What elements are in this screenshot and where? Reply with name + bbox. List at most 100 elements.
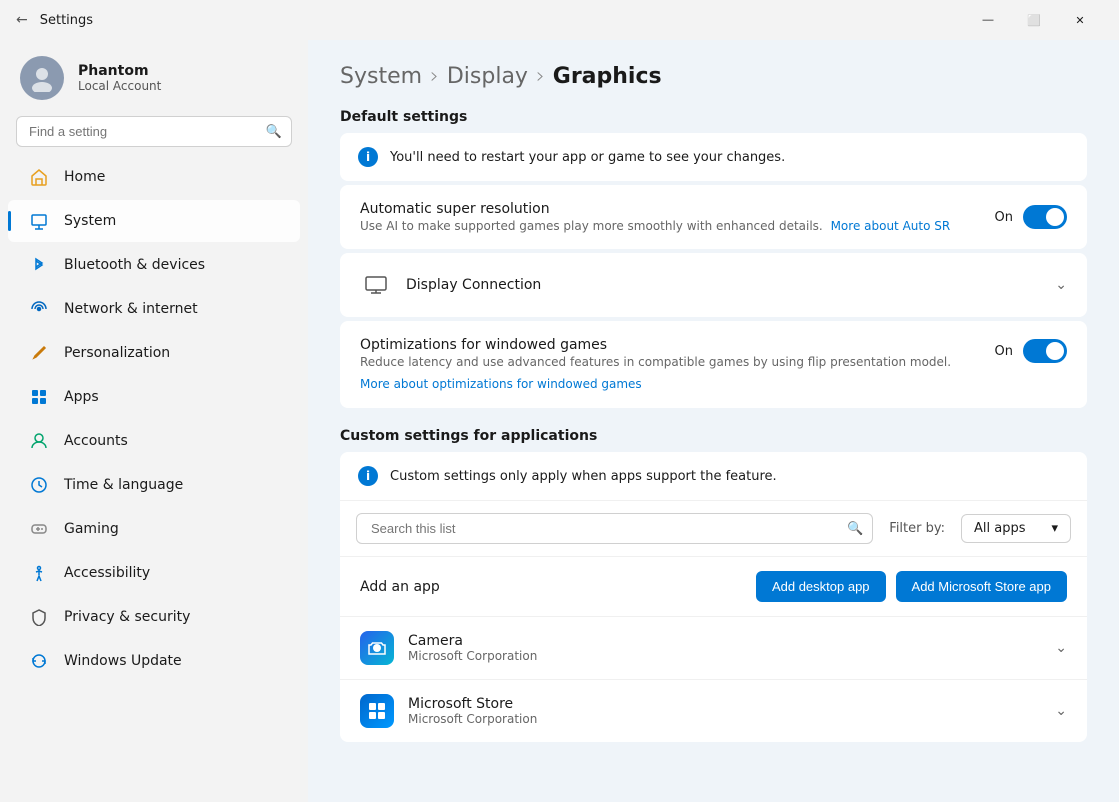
sidebar-item-label: Accounts	[64, 433, 128, 449]
add-store-app-button[interactable]: Add Microsoft Store app	[896, 571, 1067, 602]
add-app-buttons: Add desktop app Add Microsoft Store app	[756, 571, 1067, 602]
search-input[interactable]	[16, 116, 292, 147]
store-app-icon	[360, 694, 394, 728]
sidebar-item-label: Accessibility	[64, 565, 150, 581]
windowed-control: On	[995, 337, 1067, 363]
sidebar-item-label: Privacy & security	[64, 609, 190, 625]
store-app-info: Microsoft Store Microsoft Corporation	[408, 696, 1041, 726]
auto-sr-info: Automatic super resolution Use AI to mak…	[360, 201, 995, 233]
add-app-label: Add an app	[360, 579, 440, 595]
sidebar-item-system[interactable]: System	[8, 200, 300, 242]
search-icon: 🔍	[266, 124, 282, 139]
sidebar-item-home[interactable]: Home	[8, 156, 300, 198]
sidebar-item-network[interactable]: Network & internet	[8, 288, 300, 330]
update-icon	[28, 650, 50, 672]
breadcrumb-part-1[interactable]: System	[340, 64, 422, 89]
minimize-button[interactable]: —	[965, 4, 1011, 36]
add-desktop-app-button[interactable]: Add desktop app	[756, 571, 886, 602]
sidebar-item-accounts[interactable]: Accounts	[8, 420, 300, 462]
breadcrumb-part-2[interactable]: Display	[447, 64, 528, 89]
accounts-icon	[28, 430, 50, 452]
sidebar-item-accessibility[interactable]: Accessibility	[8, 552, 300, 594]
default-settings-title: Default settings	[340, 109, 1087, 125]
titlebar: ← Settings — ⬜ ✕	[0, 0, 1119, 40]
auto-sr-toggle[interactable]	[1023, 205, 1067, 229]
camera-app-info: Camera Microsoft Corporation	[408, 633, 1041, 663]
windowed-link[interactable]: More about optimizations for windowed ga…	[360, 377, 642, 391]
breadcrumb-sep-1: ›	[430, 64, 439, 89]
app-item-store[interactable]: Microsoft Store Microsoft Corporation ⌄	[340, 680, 1087, 742]
filter-label: Filter by:	[889, 521, 945, 536]
app-item-camera[interactable]: Camera Microsoft Corporation ⌄	[340, 617, 1087, 680]
windowed-desc: Reduce latency and use advanced features…	[360, 355, 979, 369]
display-connection-label: Display Connection	[406, 277, 1041, 293]
gaming-icon	[28, 518, 50, 540]
auto-sr-desc: Use AI to make supported games play more…	[360, 219, 995, 233]
auto-sr-link[interactable]: More about Auto SR	[831, 219, 951, 233]
filter-chevron-icon: ▾	[1051, 521, 1058, 536]
maximize-button[interactable]: ⬜	[1011, 4, 1057, 36]
main-content: System › Display › Graphics Default sett…	[308, 40, 1119, 802]
camera-app-name: Camera	[408, 633, 1041, 649]
sidebar-search-container: 🔍	[16, 116, 292, 147]
back-icon[interactable]: ←	[16, 12, 28, 28]
search-filter-bar: 🔍 Filter by: All apps ▾	[340, 500, 1087, 557]
sidebar-item-label: Apps	[64, 389, 99, 405]
sidebar-item-apps[interactable]: Apps	[8, 376, 300, 418]
sidebar-item-label: Bluetooth & devices	[64, 257, 205, 273]
sidebar-item-label: Time & language	[64, 477, 183, 493]
sidebar-item-time[interactable]: Time & language	[8, 464, 300, 506]
store-app-publisher: Microsoft Corporation	[408, 712, 1041, 726]
personalization-icon	[28, 342, 50, 364]
windowed-toggle[interactable]	[1023, 339, 1067, 363]
list-search-input[interactable]	[356, 513, 873, 544]
display-icon	[360, 269, 392, 301]
info-banner-text: You'll need to restart your app or game …	[390, 150, 785, 165]
sidebar-item-bluetooth[interactable]: Bluetooth & devices	[8, 244, 300, 286]
system-icon	[28, 210, 50, 232]
accessibility-icon	[28, 562, 50, 584]
store-chevron-icon: ⌄	[1055, 703, 1067, 719]
display-connection-card: Display Connection ⌄	[340, 253, 1087, 317]
filter-select[interactable]: All apps ▾	[961, 514, 1071, 543]
info-icon: i	[358, 147, 378, 167]
add-app-row: Add an app Add desktop app Add Microsoft…	[340, 557, 1087, 617]
window-controls: — ⬜ ✕	[965, 4, 1103, 36]
close-button[interactable]: ✕	[1057, 4, 1103, 36]
camera-app-icon	[360, 631, 394, 665]
sidebar-item-update[interactable]: Windows Update	[8, 640, 300, 682]
sidebar-item-label: Gaming	[64, 521, 119, 537]
time-icon	[28, 474, 50, 496]
camera-app-publisher: Microsoft Corporation	[408, 649, 1041, 663]
breadcrumb-sep-2: ›	[536, 64, 545, 89]
bluetooth-icon	[28, 254, 50, 276]
profile-section[interactable]: Phantom Local Account	[0, 40, 308, 112]
camera-chevron-icon: ⌄	[1055, 640, 1067, 656]
sidebar-item-label: Windows Update	[64, 653, 182, 669]
profile-name: Phantom	[78, 63, 161, 79]
profile-sub: Local Account	[78, 79, 161, 93]
auto-sr-state: On	[995, 210, 1013, 225]
windowed-games-row: Optimizations for windowed games Reduce …	[340, 321, 1087, 408]
apps-icon	[28, 386, 50, 408]
sidebar-item-label: Home	[64, 169, 105, 185]
list-search-container: 🔍	[356, 513, 873, 544]
titlebar-title: Settings	[40, 13, 93, 28]
sidebar-item-gaming[interactable]: Gaming	[8, 508, 300, 550]
sidebar-item-label: Network & internet	[64, 301, 198, 317]
store-app-name: Microsoft Store	[408, 696, 1041, 712]
breadcrumb-part-3: Graphics	[553, 64, 662, 89]
custom-settings-title: Custom settings for applications	[340, 428, 1087, 444]
display-connection-row[interactable]: Display Connection ⌄	[340, 253, 1087, 317]
auto-sr-card: Automatic super resolution Use AI to mak…	[340, 185, 1087, 249]
sidebar-item-personalization[interactable]: Personalization	[8, 332, 300, 374]
network-icon	[28, 298, 50, 320]
sidebar-item-label: System	[64, 213, 116, 229]
sidebar-item-privacy[interactable]: Privacy & security	[8, 596, 300, 638]
auto-sr-label: Automatic super resolution	[360, 201, 995, 217]
auto-sr-row: Automatic super resolution Use AI to mak…	[340, 185, 1087, 249]
custom-info-icon: i	[358, 466, 378, 486]
custom-info-banner: i Custom settings only apply when apps s…	[340, 452, 1087, 500]
profile-info: Phantom Local Account	[78, 63, 161, 93]
home-icon	[28, 166, 50, 188]
